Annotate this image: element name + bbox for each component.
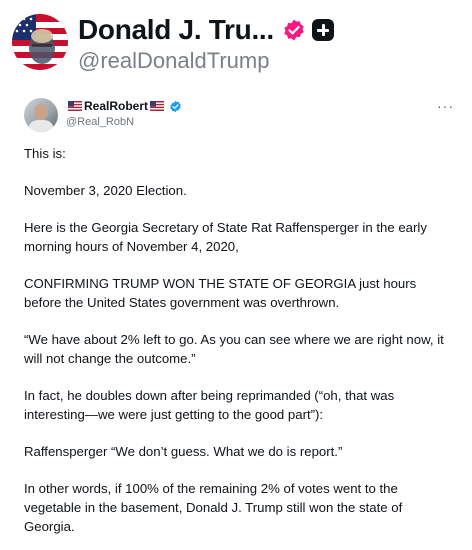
tweet-paragraph: Raffensperger “We don’t guess. What we d… xyxy=(24,444,343,459)
tweet-paragraph: CONFIRMING TRUMP WON THE STATE OF GEORGI… xyxy=(24,276,417,310)
tweet-paragraph: November 3, 2020 Election. xyxy=(24,183,187,198)
tweet-author-row: RealRobert xyxy=(66,99,182,113)
verified-badge-icon xyxy=(170,100,181,112)
tweet-paragraph: Here is the Georgia Secretary of State R… xyxy=(24,220,427,254)
profile-handle[interactable]: @realDonaldTrump xyxy=(78,48,269,74)
tweet-author-avatar[interactable] xyxy=(24,98,58,132)
tweet-body: This is: November 3, 2020 Election. Here… xyxy=(24,144,454,550)
profile-header: Donald J. Tru... @realDonaldTrump xyxy=(0,0,472,82)
more-options-icon[interactable]: ··· xyxy=(437,98,454,114)
tweet-author-name[interactable]: RealRobert xyxy=(84,99,148,113)
plus-badge-icon xyxy=(311,19,334,41)
avatar-face xyxy=(34,104,48,120)
us-flag-icon xyxy=(68,101,82,111)
quoted-tweet-card[interactable]: RealRobert @Real_RobN ··· This is: Novem… xyxy=(10,86,468,548)
tweet-paragraph: “We have about 2% left to go. As you can… xyxy=(24,332,444,366)
display-name[interactable]: Donald J. Tru... xyxy=(78,14,274,46)
avatar-shirt xyxy=(28,120,54,132)
tweet-paragraph: In other words, if 100% of the remaining… xyxy=(24,481,403,534)
us-flag-icon xyxy=(150,101,165,111)
profile-name-row: Donald J. Tru... xyxy=(78,14,334,46)
flag-portrait-avatar-icon xyxy=(12,14,68,70)
tweet-author-handle[interactable]: @Real_RobN xyxy=(66,116,134,128)
tweet-paragraph: This is: xyxy=(24,146,66,161)
tweet-paragraph: In fact, he doubles down after being rep… xyxy=(24,388,395,422)
verified-badge-icon xyxy=(284,19,304,41)
profile-avatar[interactable] xyxy=(12,14,68,70)
